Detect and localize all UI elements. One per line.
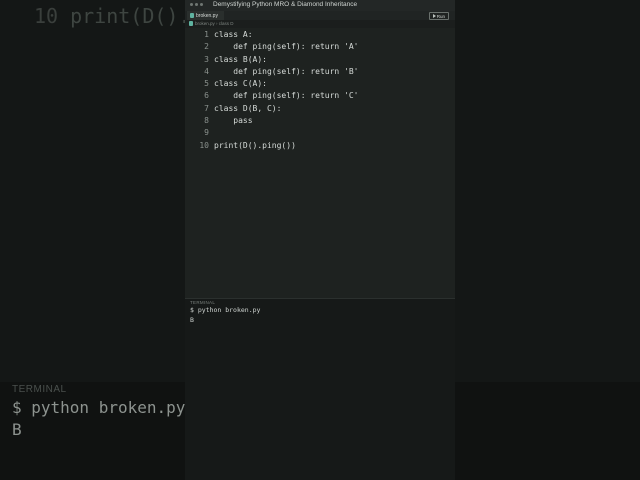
line-text: def ping(self): return 'C': [214, 91, 359, 101]
window-controls: [190, 3, 203, 6]
line-number: 9: [204, 128, 209, 138]
code-line: 6 def ping(self): return 'C': [189, 90, 359, 102]
code-line: 8 pass: [189, 115, 359, 127]
line-text: def ping(self): return 'A': [214, 42, 359, 52]
line-number: 10: [199, 140, 209, 150]
terminal-output: B: [190, 316, 194, 324]
code-line: 9: [189, 127, 359, 139]
line-text: class B(A):: [214, 54, 267, 64]
breadcrumb-text[interactable]: broken.py › class D: [195, 21, 234, 26]
window-title: Demystifying Python MRO & Diamond Inheri…: [213, 1, 358, 8]
run-button-label: Run: [436, 13, 445, 19]
python-file-icon: [189, 21, 193, 26]
python-file-icon: [190, 13, 194, 18]
breadcrumb: broken.py › class D: [185, 20, 455, 27]
title-bar: Demystifying Python MRO & Diamond Inheri…: [185, 0, 455, 11]
code-lines: 1 class A: 2 def ping(self): return 'A' 3 cl…: [189, 29, 359, 152]
line-number: 6: [204, 91, 209, 101]
tab-bar: broken.py Run: [185, 11, 455, 20]
terminal-panel[interactable]: TERMINAL $ python broken.py B: [185, 299, 455, 480]
line-number: 5: [204, 79, 209, 89]
line-number: 4: [204, 66, 209, 76]
close-window-icon[interactable]: [190, 3, 193, 6]
background-terminal-label: TERMINAL: [12, 384, 67, 395]
play-icon: [432, 14, 436, 18]
terminal-label: TERMINAL: [190, 300, 216, 305]
line-number: 8: [204, 116, 209, 126]
line-text: class A:: [214, 30, 253, 39]
background-terminal-output: B: [12, 420, 22, 439]
line-text: def ping(self): return 'B': [214, 66, 359, 76]
code-line: 7 class D(B, C):: [189, 103, 359, 115]
background-terminal-command: $ python broken.py: [12, 398, 186, 417]
tab-label: broken.py: [196, 12, 218, 19]
terminal-command: $ python broken.py: [190, 306, 261, 314]
line-text: class D(B, C):: [214, 103, 282, 113]
line-text: pass: [214, 116, 253, 126]
maximize-window-icon[interactable]: [200, 3, 203, 6]
code-line: 3 class B(A):: [189, 54, 359, 66]
line-number: 3: [204, 54, 209, 64]
line-text: print(D().ping()): [214, 140, 296, 150]
background-line-text: print(D().p: [70, 4, 203, 28]
background-line-number: 10: [34, 4, 59, 28]
background-code-line: 10 print(D().p: [34, 4, 203, 28]
code-line: 10 print(D().ping()): [189, 140, 359, 152]
line-number: 1: [204, 30, 209, 39]
code-editor[interactable]: 1 class A: 2 def ping(self): return 'A' 3 cl…: [185, 28, 455, 298]
editor-window: Demystifying Python MRO & Diamond Inheri…: [185, 0, 455, 480]
code-line: 1 class A:: [189, 29, 359, 41]
line-text: class C(A):: [214, 79, 267, 89]
line-number: 2: [204, 42, 209, 52]
line-number: 7: [204, 103, 209, 113]
run-button[interactable]: Run: [428, 12, 449, 20]
code-line: 4 def ping(self): return 'B': [189, 66, 359, 78]
minimize-window-icon[interactable]: [195, 3, 198, 6]
tab-broken-py[interactable]: broken.py: [187, 11, 224, 20]
code-line: 5 class C(A):: [189, 78, 359, 90]
code-line: 2 def ping(self): return 'A': [189, 41, 359, 53]
